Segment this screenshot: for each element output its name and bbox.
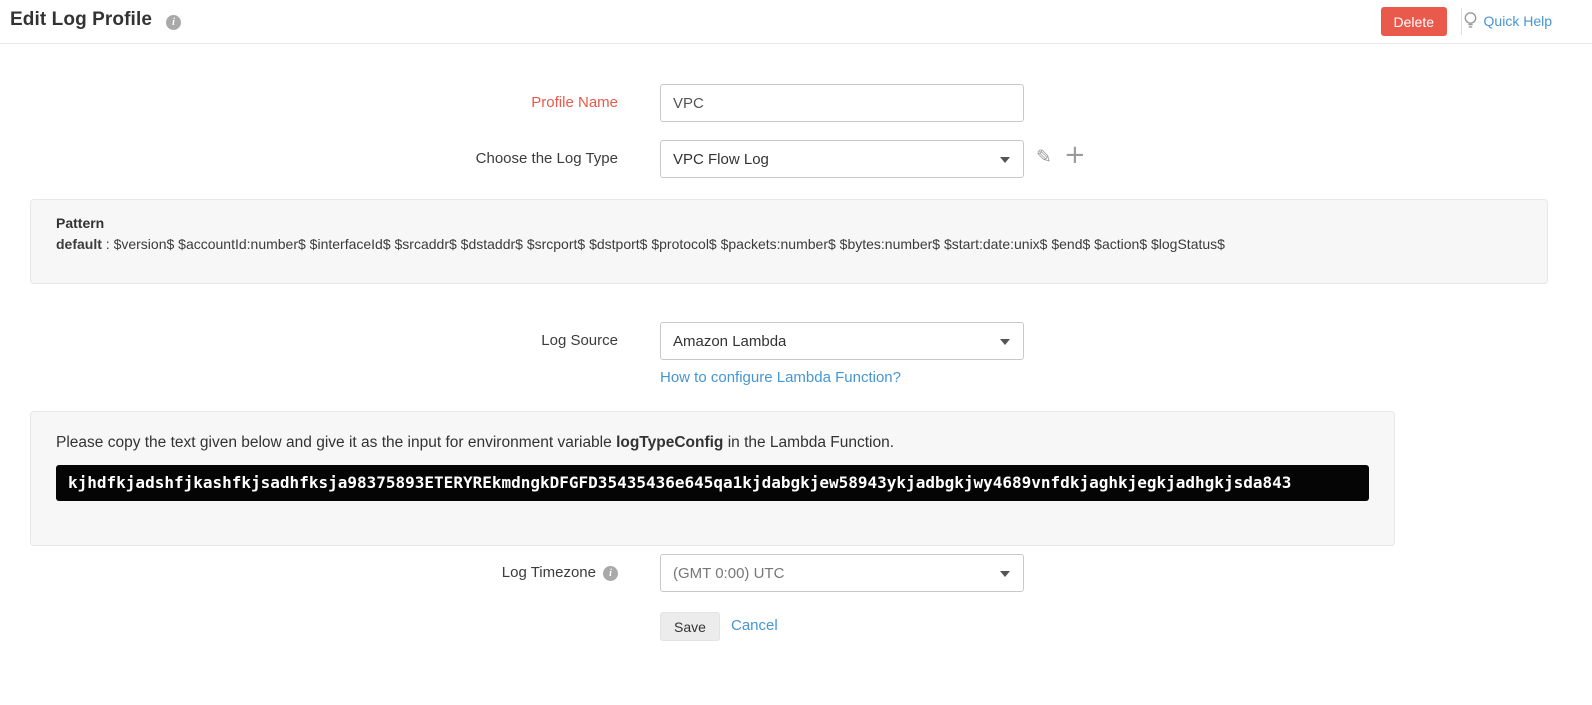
log-timezone-label-wrap: Log Timezone i [0,554,618,592]
pattern-panel: Pattern default : $version$ $accountId:n… [30,199,1548,284]
lambda-configure-help-link[interactable]: How to configure Lambda Function? [660,369,901,386]
lambda-env-variable-name: logTypeConfig [616,434,724,451]
pattern-separator: : [101,236,114,252]
log-source-control: Amazon Lambda [660,322,1024,360]
profile-name-control [660,84,1024,122]
chevron-down-icon [1000,571,1010,577]
log-source-select[interactable]: Amazon Lambda [660,322,1024,360]
edit-log-profile-page: Edit Log Profile i Delete Quick Help Pro… [0,0,1592,705]
profile-name-label: Profile Name [531,94,618,111]
quick-help-link[interactable]: Quick Help [1463,11,1552,30]
page-title: Edit Log Profile [10,9,152,30]
page-title-info-icon[interactable]: i [166,15,181,30]
pattern-value: $version$ $accountId:number$ $interfaceI… [113,236,1225,252]
log-timezone-control: (GMT 0:00) UTC [660,554,1024,592]
log-type-select[interactable]: VPC Flow Log [660,140,1024,178]
log-timezone-selected-value: (GMT 0:00) UTC [673,564,785,582]
log-type-config-token[interactable]: kjhdfkjadshfjkashfkjsadhfksja98375893ETE… [56,465,1369,501]
bulb-icon [1463,11,1478,30]
profile-name-input[interactable] [660,84,1024,122]
save-button[interactable]: Save [660,612,720,641]
lambda-instruction-panel: Please copy the text given below and giv… [30,411,1395,546]
chevron-down-icon [1000,157,1010,163]
delete-button[interactable]: Delete [1380,7,1447,36]
log-type-label: Choose the Log Type [475,150,618,167]
pattern-line: default : $version$ $accountId:number$ $… [56,236,1527,252]
pattern-title: Pattern [56,215,105,231]
log-source-selected-value: Amazon Lambda [673,332,787,350]
quick-help-label: Quick Help [1483,12,1552,29]
edit-log-type-pencil-icon[interactable]: ✎ [1036,146,1052,168]
page-header: Edit Log Profile i Delete Quick Help [0,0,1592,44]
lambda-instruction-suffix: in the Lambda Function. [723,434,895,451]
log-timezone-label: Log Timezone [501,564,596,581]
log-timezone-info-icon[interactable]: i [603,565,618,581]
chevron-down-icon [1000,339,1010,345]
log-source-label: Log Source [541,332,618,349]
cancel-link[interactable]: Cancel [731,617,778,634]
add-log-type-plus-icon[interactable]: + [1064,140,1086,170]
pattern-default-name: default [56,236,102,252]
lambda-instruction-text: Please copy the text given below and giv… [56,434,1394,452]
log-timezone-select[interactable]: (GMT 0:00) UTC [660,554,1024,592]
log-type-selected-value: VPC Flow Log [673,150,769,168]
lambda-instruction-prefix: Please copy the text given below and giv… [56,434,617,451]
log-type-control: VPC Flow Log [660,140,1024,178]
